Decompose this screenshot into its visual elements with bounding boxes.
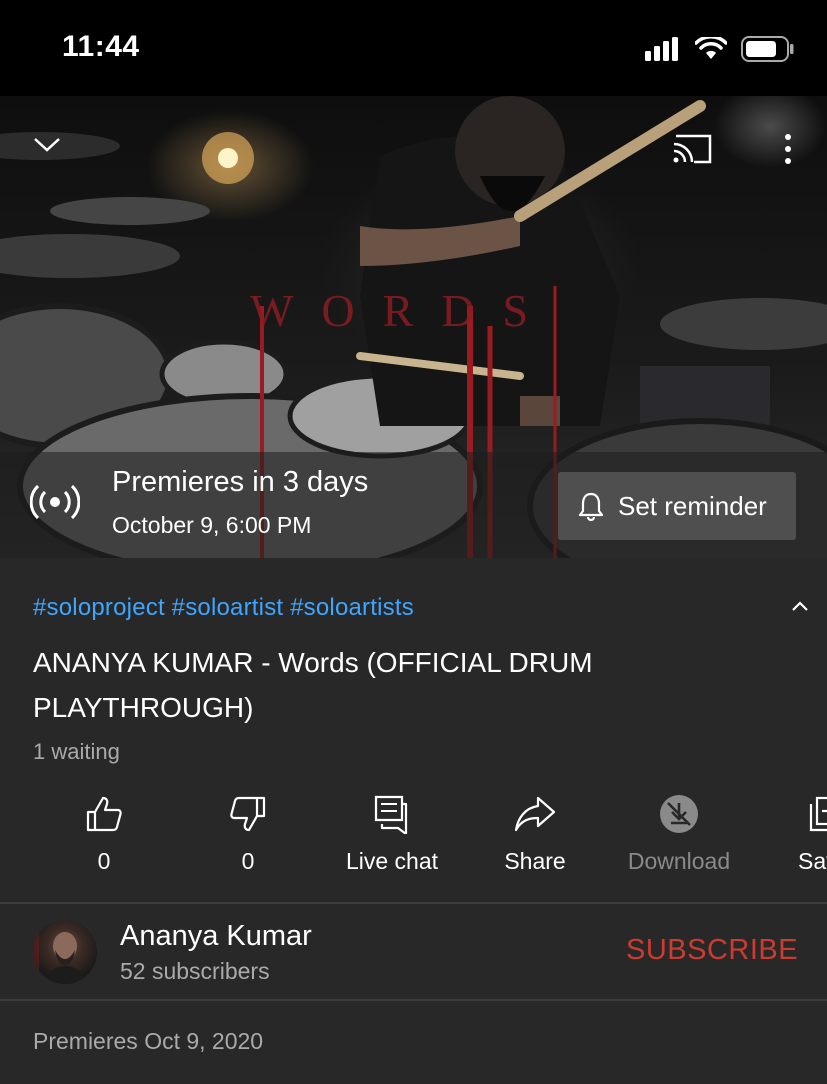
wifi-icon bbox=[695, 37, 727, 59]
live-chat-label: Live chat bbox=[345, 848, 439, 874]
status-bar: 11:44 bbox=[0, 0, 827, 96]
download-button[interactable]: Download bbox=[607, 786, 751, 875]
waiting-count: 1 waiting bbox=[33, 739, 120, 764]
video-title: ANANYA KUMAR - Words (OFFICIAL DRUM PLAY… bbox=[33, 647, 593, 723]
subscribe-button[interactable]: SUBSCRIBE bbox=[626, 934, 798, 967]
subscriber-count: 52 subscribers bbox=[120, 958, 270, 984]
divider bbox=[0, 902, 827, 904]
live-broadcast-icon bbox=[30, 484, 80, 520]
cast-icon[interactable] bbox=[670, 130, 714, 166]
dislike-button[interactable]: 0 bbox=[176, 786, 320, 875]
premieres-date-text: Premieres Oct 9, 2020 bbox=[33, 1028, 264, 1054]
hashtags-link[interactable]: #soloproject #soloartist #soloartists bbox=[33, 594, 414, 622]
share-label: Share bbox=[504, 848, 566, 874]
dislike-count: 0 bbox=[241, 848, 255, 874]
like-button[interactable]: 0 bbox=[32, 786, 176, 875]
status-icons bbox=[645, 36, 795, 62]
download-disabled-icon bbox=[660, 795, 698, 833]
chat-icon bbox=[374, 795, 408, 834]
set-reminder-label: Set reminder bbox=[618, 490, 767, 521]
video-overlay-title: WORDS bbox=[250, 285, 557, 336]
divider bbox=[0, 999, 827, 1001]
more-options-icon[interactable] bbox=[774, 132, 802, 166]
save-button[interactable]: Save bbox=[750, 786, 827, 875]
share-icon bbox=[514, 796, 556, 832]
channel-avatar[interactable] bbox=[33, 920, 97, 984]
like-count: 0 bbox=[97, 848, 111, 874]
live-chat-button[interactable]: Live chat bbox=[320, 786, 464, 875]
bell-icon bbox=[578, 492, 604, 521]
video-player[interactable]: WORDS Premieres in 3 days October 9, 6:0… bbox=[0, 96, 827, 558]
action-row: 0 0 Live chat Share Download Sa bbox=[0, 786, 827, 896]
cellular-signal-icon bbox=[645, 37, 678, 61]
save-label: Save bbox=[798, 848, 827, 874]
premiere-title: Premieres in 3 days bbox=[112, 466, 369, 498]
share-button[interactable]: Share bbox=[463, 786, 607, 875]
chevron-up-icon[interactable] bbox=[786, 596, 814, 616]
save-icon bbox=[809, 796, 827, 832]
set-reminder-button[interactable]: Set reminder bbox=[558, 472, 796, 540]
thumbs-down-icon bbox=[230, 796, 266, 832]
battery-icon bbox=[741, 36, 794, 62]
download-label: Download bbox=[627, 848, 731, 874]
status-time: 11:44 bbox=[62, 30, 140, 63]
channel-name[interactable]: Ananya Kumar bbox=[120, 920, 312, 953]
collapse-player-icon[interactable] bbox=[30, 132, 64, 156]
premiere-date: October 9, 6:00 PM bbox=[112, 512, 312, 538]
avatar-image bbox=[33, 920, 85, 984]
thumbs-up-icon bbox=[86, 796, 122, 832]
premiere-banner: Premieres in 3 days October 9, 6:00 PM S… bbox=[0, 452, 827, 558]
